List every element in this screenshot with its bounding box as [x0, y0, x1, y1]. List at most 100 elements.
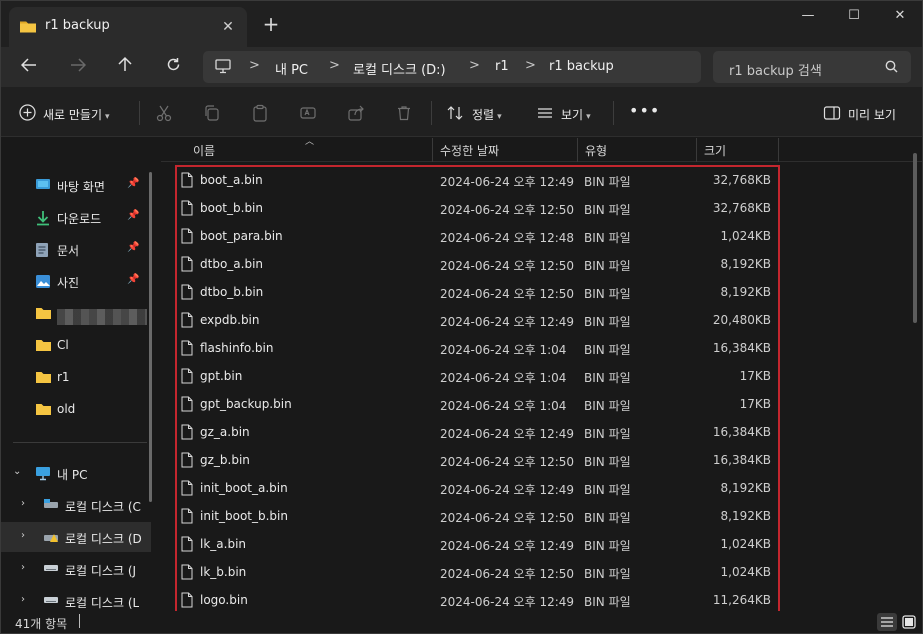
sidebar-item-redacted-folder[interactable] — [1, 298, 151, 328]
sidebar-item-desktop[interactable]: 바탕 화면 📌 — [1, 170, 151, 200]
file-row[interactable]: logo.bin 2024-06-24 오후 12:49 BIN 파일 11,264K… — [175, 586, 779, 614]
sidebar-item-pictures[interactable]: 사진 📌 — [1, 266, 151, 296]
new-plus-icon[interactable] — [19, 104, 36, 124]
file-list-scrollbar[interactable] — [913, 153, 917, 323]
maximize-button[interactable]: ☐ — [831, 1, 877, 33]
file-row[interactable]: init_boot_a.bin 2024-06-24 오후 12:49 BIN 파일… — [175, 474, 779, 502]
sidebar-item-documents[interactable]: 문서 📌 — [1, 234, 151, 264]
delete-icon[interactable] — [395, 104, 415, 122]
tab-r1-backup[interactable]: r1 backup ✕ — [9, 7, 247, 47]
file-row[interactable]: lk_a.bin 2024-06-24 오후 12:49 BIN 파일 1,024KB — [175, 530, 779, 558]
address-bar[interactable]: > 내 PC > 로컬 디스크 (D:) > r1 > r1 backup — [203, 51, 701, 83]
file-row[interactable]: flashinfo.bin 2024-06-24 오후 1:04 BIN 파일 16,… — [175, 334, 779, 362]
column-separator[interactable] — [577, 138, 578, 162]
sort-ascending-icon: ︿ — [305, 137, 315, 147]
up-arrow-icon[interactable] — [112, 55, 138, 79]
breadcrumb-this-pc[interactable]: 내 PC — [275, 59, 308, 78]
breadcrumb-r1[interactable]: r1 — [495, 59, 509, 74]
file-row[interactable]: init_boot_b.bin 2024-06-24 오후 12:50 BIN 파일… — [175, 502, 779, 530]
toolbar-divider — [431, 101, 432, 125]
share-icon[interactable] — [347, 104, 367, 122]
preview-pane-button[interactable]: 미리 보기 — [848, 106, 896, 123]
breadcrumb-drive-d[interactable]: 로컬 디스크 (D:) — [353, 59, 446, 78]
column-separator[interactable] — [778, 138, 779, 162]
pin-icon: 📌 — [127, 274, 140, 285]
sidebar-item-label: 바탕 화면 — [57, 180, 105, 194]
file-name: dtbo_b.bin — [200, 285, 264, 299]
title-bar: r1 backup ✕ + — ☐ ✕ — [1, 1, 922, 47]
column-header-modified[interactable]: 수정한 날짜 — [440, 142, 499, 159]
file-row[interactable]: dtbo_a.bin 2024-06-24 오후 12:50 BIN 파일 8,192… — [175, 250, 779, 278]
new-tab-button[interactable]: + — [259, 13, 283, 37]
view-button[interactable]: 보기 ▾ — [561, 106, 591, 123]
back-arrow-icon[interactable] — [16, 55, 42, 79]
chevron-right-icon[interactable]: › — [21, 562, 25, 573]
sidebar-item-this-pc[interactable]: ⌄ 내 PC — [1, 458, 151, 488]
file-size: 32,768KB — [712, 201, 771, 215]
breadcrumb-r1-backup[interactable]: r1 backup — [549, 59, 614, 74]
rename-icon[interactable] — [299, 104, 319, 122]
file-name: gpt_backup.bin — [200, 397, 292, 411]
status-divider — [79, 614, 80, 628]
file-modified: 2024-06-24 오후 12:50 — [440, 567, 575, 581]
file-size: 1,024KB — [720, 229, 771, 243]
cut-icon[interactable] — [155, 104, 175, 122]
search-input[interactable]: r1 backup 검색 — [713, 51, 911, 83]
file-row[interactable]: gpt_backup.bin 2024-06-24 오후 1:04 BIN 파일 17… — [175, 390, 779, 418]
forward-arrow-icon[interactable] — [65, 55, 91, 79]
sidebar-item-label: 로컬 디스크 (C — [65, 500, 141, 514]
chevron-right-icon[interactable]: › — [21, 498, 25, 509]
new-button[interactable]: 새로 만들기 ▾ — [43, 106, 110, 123]
sidebar-item-label: 다운로드 — [57, 212, 102, 226]
sidebar-item-downloads[interactable]: 다운로드 📌 — [1, 202, 151, 232]
file-row[interactable]: boot_a.bin 2024-06-24 오후 12:49 BIN 파일 32,76… — [175, 166, 779, 194]
sidebar-item-drive-c[interactable]: › 로컬 디스크 (C — [1, 490, 151, 520]
tiles-view-button[interactable] — [899, 613, 919, 631]
file-row[interactable]: boot_para.bin 2024-06-24 오후 12:48 BIN 파일 1,… — [175, 222, 779, 250]
file-row[interactable]: gz_b.bin 2024-06-24 오후 12:50 BIN 파일 16,384K… — [175, 446, 779, 474]
sidebar-item-drive-j[interactable]: › 로컬 디스크 (J — [1, 554, 151, 584]
file-row[interactable]: lk_b.bin 2024-06-24 오후 12:50 BIN 파일 1,024KB — [175, 558, 779, 586]
sort-button[interactable]: 정렬 ▾ — [472, 106, 502, 123]
file-row[interactable]: boot_b.bin 2024-06-24 오후 12:50 BIN 파일 32,76… — [175, 194, 779, 222]
close-window-button[interactable]: ✕ — [877, 1, 922, 33]
file-row[interactable]: expdb.bin 2024-06-24 오후 12:49 BIN 파일 20,480… — [175, 306, 779, 334]
file-size: 17KB — [739, 397, 771, 411]
paste-icon[interactable] — [251, 104, 271, 122]
sort-icon[interactable] — [446, 104, 466, 122]
file-modified: 2024-06-24 오후 12:49 — [440, 427, 575, 441]
file-icon — [181, 340, 193, 359]
new-button-label: 새로 만들기 — [43, 108, 103, 122]
file-icon — [181, 228, 193, 247]
column-header-name[interactable]: 이름 — [193, 142, 215, 159]
sidebar-item-drive-d[interactable]: › 로컬 디스크 (D — [1, 522, 151, 552]
close-tab-icon[interactable]: ✕ — [217, 16, 239, 38]
file-type: BIN 파일 — [584, 371, 631, 385]
file-row[interactable]: gpt.bin 2024-06-24 오후 1:04 BIN 파일 17KB — [175, 362, 779, 390]
sidebar-item-r1[interactable]: r1 — [1, 362, 151, 392]
column-header-size[interactable]: 크기 — [704, 142, 726, 159]
file-row[interactable]: dtbo_b.bin 2024-06-24 오후 12:50 BIN 파일 8,192… — [175, 278, 779, 306]
view-lines-icon[interactable] — [536, 104, 556, 122]
chevron-right-icon[interactable]: › — [21, 594, 25, 605]
file-modified: 2024-06-24 오후 12:49 — [440, 315, 575, 329]
chevron-right-icon[interactable]: › — [21, 530, 25, 541]
column-separator[interactable] — [696, 138, 697, 162]
column-separator[interactable] — [432, 138, 433, 162]
file-icon — [181, 284, 193, 303]
file-row[interactable]: gz_a.bin 2024-06-24 오후 12:49 BIN 파일 16,384K… — [175, 418, 779, 446]
chevron-down-icon[interactable]: ⌄ — [13, 466, 21, 477]
redacted-label — [57, 309, 147, 325]
status-bar: 41개 항목 — [1, 611, 922, 633]
sidebar-item-old[interactable]: old — [1, 394, 151, 424]
details-view-button[interactable] — [877, 613, 897, 631]
breadcrumb-separator: > — [469, 58, 480, 73]
minimize-button[interactable]: — — [785, 1, 831, 33]
sidebar-scrollbar[interactable] — [149, 172, 152, 502]
copy-icon[interactable] — [203, 104, 223, 122]
preview-pane-icon[interactable] — [823, 104, 843, 122]
column-header-type[interactable]: 유형 — [585, 142, 607, 159]
more-options-icon[interactable]: ••• — [629, 101, 660, 120]
refresh-icon[interactable] — [160, 55, 186, 79]
sidebar-item-cl[interactable]: Cl — [1, 330, 151, 360]
